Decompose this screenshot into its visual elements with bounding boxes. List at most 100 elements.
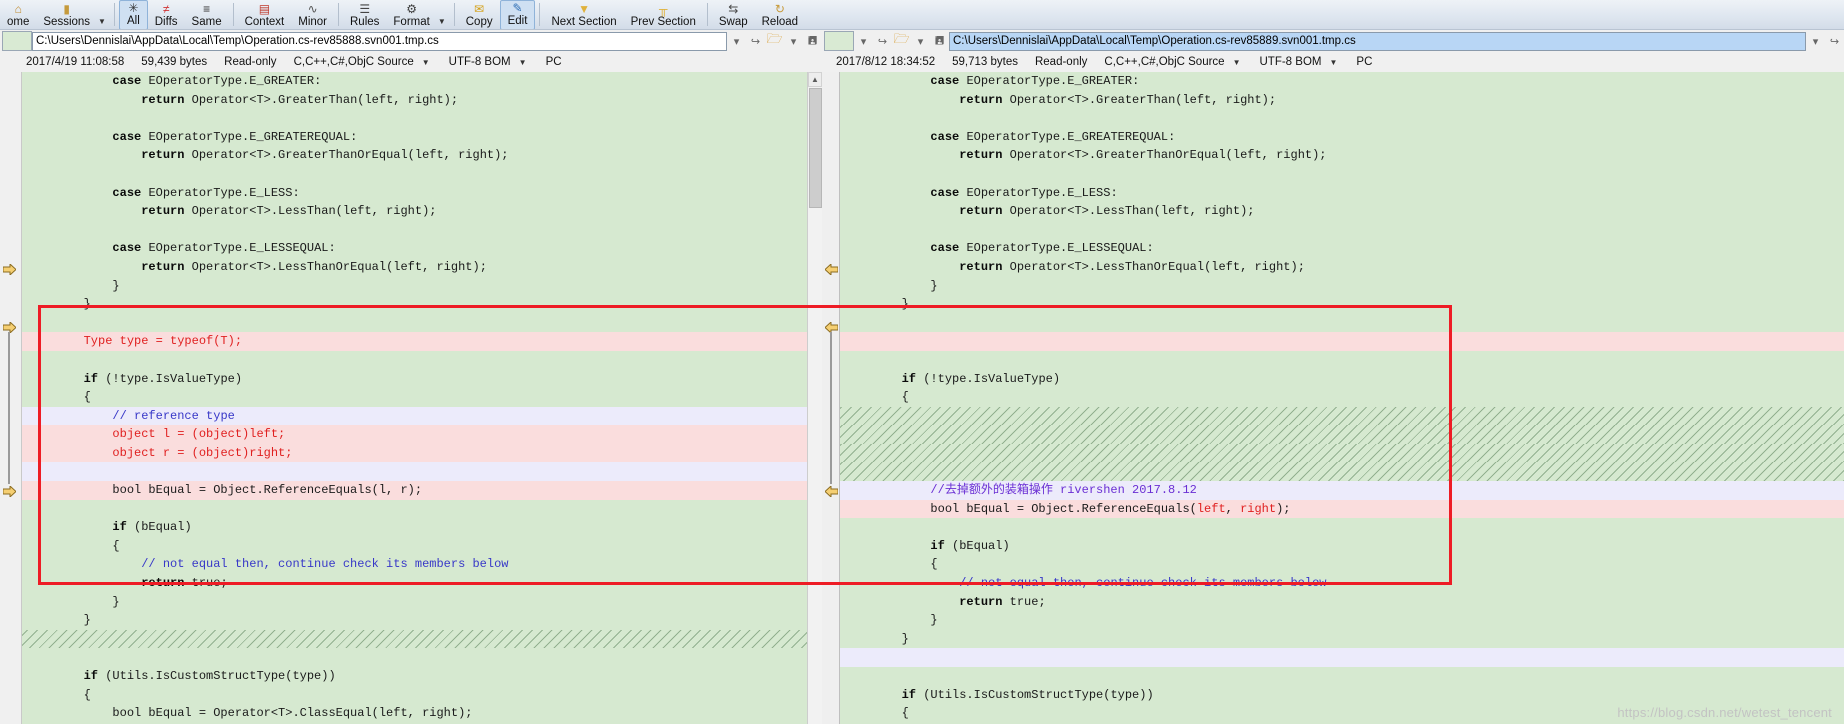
- code-line[interactable]: return Operator<T>.GreaterThanOrEqual(le…: [22, 146, 822, 165]
- left-open-folder-icon[interactable]: 🗁: [766, 31, 783, 50]
- code-line[interactable]: bool bEqual = Operator<T>.ClassEqual(lef…: [22, 704, 822, 723]
- code-line[interactable]: Type type = typeof(T);: [22, 332, 822, 351]
- left-browse-back-icon[interactable]: ↪: [747, 32, 764, 50]
- code-line[interactable]: return Operator<T>.LessThan(left, right)…: [840, 202, 1844, 221]
- code-line[interactable]: [840, 425, 1844, 444]
- code-line[interactable]: }: [840, 276, 1844, 296]
- code-line[interactable]: {: [840, 555, 1844, 575]
- code-line[interactable]: }: [840, 295, 1844, 314]
- toolbar-button-minor[interactable]: ∿ Minor: [291, 0, 334, 29]
- right-code-area[interactable]: case EOperatorType.E_GREATER: return Ope…: [840, 72, 1844, 724]
- code-line[interactable]: }: [22, 611, 822, 630]
- code-line[interactable]: [22, 313, 822, 333]
- code-line[interactable]: case EOperatorType.E_GREATER:: [840, 72, 1844, 91]
- code-line[interactable]: case EOperatorType.E_LESS:: [22, 183, 822, 203]
- code-line[interactable]: return Operator<T>.GreaterThan(left, rig…: [22, 90, 822, 110]
- right-syntax-select[interactable]: C,C++,C#,ObjC Source ▼: [1104, 56, 1242, 68]
- code-line[interactable]: [840, 443, 1844, 463]
- code-line[interactable]: // not equal then, continue check its me…: [22, 555, 822, 575]
- left-code-area[interactable]: case EOperatorType.E_GREATER: return Ope…: [22, 72, 822, 724]
- toolbar-button-edit[interactable]: ✎ Edit: [499, 0, 536, 29]
- right-path-dropdown2-icon[interactable]: ▾: [1807, 32, 1824, 50]
- code-line[interactable]: if (!type.IsValueType): [840, 369, 1844, 389]
- right-browse-back-icon[interactable]: ↪: [874, 32, 891, 50]
- code-line[interactable]: [22, 109, 822, 128]
- code-line[interactable]: object r = (object)right;: [22, 443, 822, 463]
- toolbar-button-prev-section[interactable]: ╥ Prev Section: [624, 0, 703, 29]
- code-line[interactable]: [840, 313, 1844, 333]
- toolbar-button-same[interactable]: ≡ Same: [185, 0, 229, 29]
- right-path-input[interactable]: C:\Users\Dennislai\AppData\Local\Temp\Op…: [949, 31, 1806, 51]
- code-line[interactable]: }: [22, 592, 822, 612]
- right-change-gutter[interactable]: [822, 72, 840, 724]
- code-line[interactable]: bool bEqual = Object.ReferenceEquals(lef…: [840, 499, 1844, 519]
- scroll-up-icon[interactable]: ▲: [808, 72, 822, 87]
- code-line[interactable]: case EOperatorType.E_LESSEQUAL:: [840, 239, 1844, 258]
- code-line[interactable]: case EOperatorType.E_LESS:: [840, 183, 1844, 203]
- code-line[interactable]: case EOperatorType.E_GREATER:: [22, 72, 822, 91]
- code-line[interactable]: return Operator<T>.LessThan(left, right)…: [22, 202, 822, 221]
- code-line[interactable]: [840, 406, 1844, 426]
- left-path-input[interactable]: C:\Users\Dennislai\AppData\Local\Temp\Op…: [32, 31, 727, 51]
- chevron-down-icon[interactable]: ▼: [437, 0, 450, 29]
- code-line[interactable]: // reference type: [22, 406, 822, 426]
- code-line[interactable]: {: [22, 536, 822, 556]
- code-line[interactable]: [22, 499, 822, 519]
- code-line[interactable]: bool bEqual = Object.ReferenceEquals(l, …: [22, 481, 822, 500]
- code-line[interactable]: return true;: [840, 592, 1844, 612]
- code-line[interactable]: [22, 220, 822, 240]
- chevron-down-icon[interactable]: ▼: [97, 0, 110, 29]
- toolbar-button-format[interactable]: ⚙ Format: [386, 0, 436, 29]
- change-marker-left[interactable]: [824, 262, 839, 277]
- change-marker-left[interactable]: [824, 320, 839, 335]
- code-line[interactable]: if (Utils.IsCustomStructType(type)): [22, 667, 822, 686]
- code-line[interactable]: if (bEqual): [840, 536, 1844, 556]
- code-line[interactable]: return Operator<T>.LessThanOrEqual(left,…: [840, 257, 1844, 277]
- code-line[interactable]: [22, 462, 822, 482]
- toolbar-button-reload[interactable]: ↻ Reload: [755, 0, 805, 29]
- left-change-gutter[interactable]: [0, 72, 22, 724]
- code-line[interactable]: [840, 220, 1844, 240]
- toolbar-button-next-section[interactable]: ▼ Next Section: [544, 0, 623, 29]
- code-line[interactable]: case EOperatorType.E_GREATEREQUAL:: [22, 127, 822, 147]
- left-vertical-scrollbar[interactable]: ▲: [807, 72, 822, 724]
- toolbar-button-diffs[interactable]: ≠ Diffs: [148, 0, 185, 29]
- code-line[interactable]: //去掉额外的装箱操作 rivershen 2017.8.12: [840, 481, 1844, 500]
- code-line[interactable]: }: [840, 611, 1844, 630]
- code-line[interactable]: if (!type.IsValueType): [22, 369, 822, 389]
- right-path-dropdown-icon[interactable]: ▾: [855, 32, 872, 50]
- left-folder-dropdown-icon[interactable]: ▾: [785, 32, 802, 50]
- code-line[interactable]: }: [22, 276, 822, 296]
- change-marker-right[interactable]: [2, 484, 17, 499]
- code-line[interactable]: [22, 350, 822, 370]
- code-line[interactable]: [840, 109, 1844, 128]
- right-extra-icon[interactable]: ↪: [1826, 32, 1843, 50]
- code-line[interactable]: return Operator<T>.GreaterThan(left, rig…: [840, 90, 1844, 110]
- code-line[interactable]: [840, 350, 1844, 370]
- code-line[interactable]: [22, 648, 822, 667]
- code-line[interactable]: {: [840, 388, 1844, 407]
- right-save-icon[interactable]: 🖪: [931, 32, 948, 50]
- code-line[interactable]: }: [22, 295, 822, 314]
- code-line[interactable]: [840, 518, 1844, 537]
- toolbar-button-context[interactable]: ▤ Context: [238, 0, 292, 29]
- code-line[interactable]: {: [22, 685, 822, 705]
- code-line[interactable]: if (bEqual): [22, 518, 822, 537]
- code-line[interactable]: object l = (object)left;: [22, 425, 822, 444]
- toolbar-button-ome[interactable]: ⌂ ome: [0, 0, 36, 29]
- left-save-icon[interactable]: 🖪: [804, 32, 821, 50]
- left-syntax-select[interactable]: C,C++,C#,ObjC Source ▼: [294, 56, 432, 68]
- scrollbar-thumb[interactable]: [809, 88, 822, 208]
- code-line[interactable]: case EOperatorType.E_GREATEREQUAL:: [840, 127, 1844, 147]
- code-line[interactable]: return Operator<T>.GreaterThanOrEqual(le…: [840, 146, 1844, 165]
- change-marker-right[interactable]: [2, 262, 17, 277]
- toolbar-button-all[interactable]: ✳ All: [118, 0, 148, 29]
- code-line[interactable]: // not equal then, continue check its me…: [840, 574, 1844, 593]
- left-encoding-select[interactable]: UTF-8 BOM ▼: [449, 56, 529, 68]
- toolbar-button-sessions[interactable]: ▮ Sessions: [36, 0, 97, 29]
- code-line[interactable]: return Operator<T>.LessThanOrEqual(left,…: [22, 257, 822, 277]
- right-encoding-select[interactable]: UTF-8 BOM ▼: [1260, 56, 1340, 68]
- right-open-folder-icon[interactable]: 🗁: [893, 31, 910, 50]
- code-line[interactable]: [22, 629, 822, 649]
- code-line[interactable]: if (Utils.IsCustomStructType(type)): [840, 685, 1844, 705]
